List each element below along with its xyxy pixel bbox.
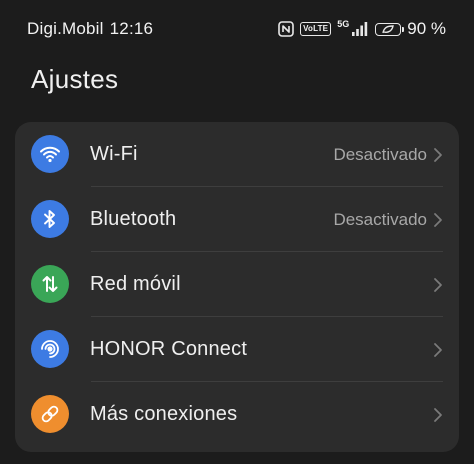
settings-item-label: Más conexiones [90,403,238,425]
nfc-icon [278,21,294,37]
carrier-name: Digi.Mobil [27,19,104,38]
page-title: Ajustes [31,64,119,94]
chevron-right-icon [434,342,442,357]
power-saving-leaf-icon [382,24,395,33]
settings-item-more-connections[interactable]: Más conexiones [15,382,459,447]
status-bar: Digi.Mobil 12:16 VoLTE 5G 90 % [0,0,474,58]
chevron-right-icon [434,277,442,292]
honor-connect-icon [41,340,59,358]
chevron-right-icon [434,407,442,422]
settings-item-label: Wi‑Fi [90,143,138,165]
settings-item-label: Red móvil [90,273,181,295]
signal-strength-icon [352,22,368,36]
battery-percentage: 90 % [407,19,446,38]
chevron-right-icon [434,212,442,227]
clock: 12:16 [109,19,154,38]
wifi-icon [40,146,60,163]
settings-item-bluetooth[interactable]: Bluetooth Desactivado [15,187,459,252]
mobile-data-icon-circle [31,265,69,303]
settings-item-mobile-network[interactable]: Red móvil [15,252,459,317]
link-icon-circle [31,395,69,433]
battery-indicator: 90 % [375,19,446,39]
settings-item-honor-connect[interactable]: HONOR Connect [15,317,459,382]
network-type: 5G [337,18,350,29]
volte-badge: VoLTE [300,22,332,36]
chevron-right-icon [434,147,442,162]
mobile-data-icon [42,276,58,292]
bluetooth-icon [44,210,55,228]
bluetooth-icon-circle [31,200,69,238]
settings-item-wifi[interactable]: Wi‑Fi Desactivado [15,122,459,187]
status-value: Desactivado [333,209,427,229]
settings-item-label: HONOR Connect [90,338,248,360]
settings-card: Wi‑Fi Desactivado Bluetooth Desactivado … [15,122,459,452]
wifi-icon-circle [31,135,69,173]
link-icon [41,405,59,423]
status-value: Desactivado [333,144,427,164]
settings-item-label: Bluetooth [90,208,177,230]
honor-connect-icon-circle [31,330,69,368]
